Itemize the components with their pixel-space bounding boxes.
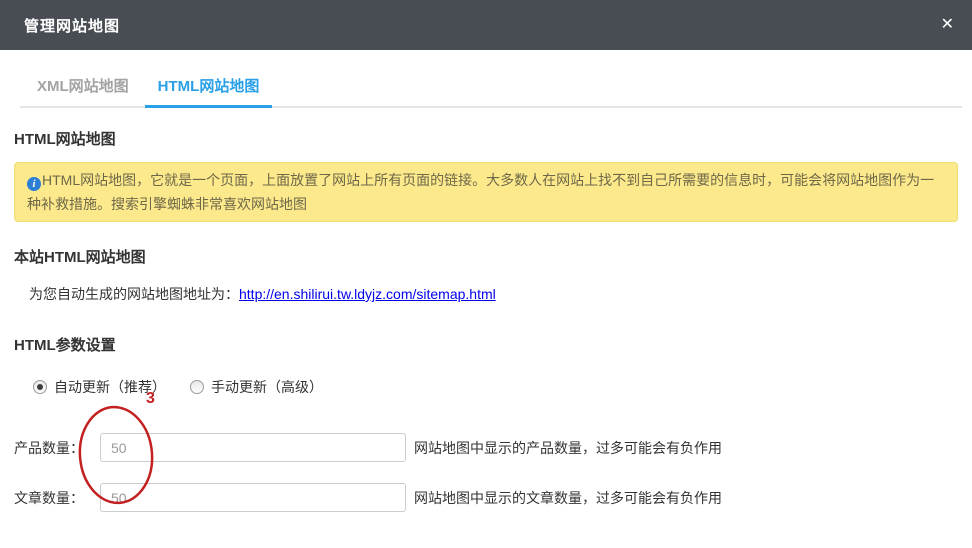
sitemap-url-row: 为您自动生成的网站地图地址为：http://en.shilirui.tw.ldy…: [29, 284, 958, 304]
html-sitemap-heading: HTML网站地图: [14, 128, 958, 149]
radio-button-icon[interactable]: [190, 380, 204, 394]
manage-sitemap-dialog: 管理网站地图 ✕ XML网站地图 HTML网站地图 HTML网站地图 iHTML…: [0, 0, 972, 548]
product-count-input[interactable]: [100, 433, 406, 462]
article-count-input[interactable]: [100, 483, 406, 512]
close-icon[interactable]: ✕: [941, 17, 954, 33]
product-count-desc: 网站地图中显示的产品数量，过多可能会有负作用: [414, 438, 722, 458]
sitemap-link[interactable]: http://en.shilirui.tw.ldyjz.com/sitemap.…: [239, 286, 496, 302]
dialog-header: 管理网站地图 ✕: [0, 0, 972, 50]
article-count-desc: 网站地图中显示的文章数量，过多可能会有负作用: [414, 488, 722, 508]
radio-auto-update[interactable]: 自动更新（推荐）: [33, 377, 166, 397]
tab-html-sitemap[interactable]: HTML网站地图: [145, 75, 273, 108]
dialog-title: 管理网站地图: [24, 15, 120, 36]
info-text: HTML网站地图，它就是一个页面，上面放置了网站上所有页面的链接。大多数人在网站…: [27, 172, 934, 212]
params-heading: HTML参数设置: [14, 334, 958, 355]
update-mode-radios: 自动更新（推荐） 手动更新（高级）: [33, 377, 958, 397]
radio-button-icon[interactable]: [33, 380, 47, 394]
radio-auto-update-label: 自动更新（推荐）: [54, 377, 166, 397]
article-count-label: 文章数量：: [14, 488, 100, 508]
product-count-row: 产品数量： 网站地图中显示的产品数量，过多可能会有负作用: [14, 433, 958, 462]
radio-manual-update[interactable]: 手动更新（高级）: [190, 377, 323, 397]
dialog-content: HTML网站地图 iHTML网站地图，它就是一个页面，上面放置了网站上所有页面的…: [0, 128, 972, 512]
radio-manual-update-label: 手动更新（高级）: [211, 377, 323, 397]
info-box: iHTML网站地图，它就是一个页面，上面放置了网站上所有页面的链接。大多数人在网…: [14, 162, 958, 222]
sitemap-url-intro: 为您自动生成的网站地图地址为：: [29, 286, 239, 302]
article-count-row: 文章数量： 网站地图中显示的文章数量，过多可能会有负作用: [14, 483, 958, 512]
site-sitemap-heading: 本站HTML网站地图: [14, 246, 958, 267]
tab-xml-sitemap[interactable]: XML网站地图: [24, 75, 142, 108]
tab-bar: XML网站地图 HTML网站地图: [20, 50, 962, 108]
info-icon: i: [27, 177, 41, 191]
product-count-label: 产品数量：: [14, 438, 100, 458]
params-form: 产品数量： 网站地图中显示的产品数量，过多可能会有负作用 文章数量： 网站地图中…: [14, 433, 958, 512]
